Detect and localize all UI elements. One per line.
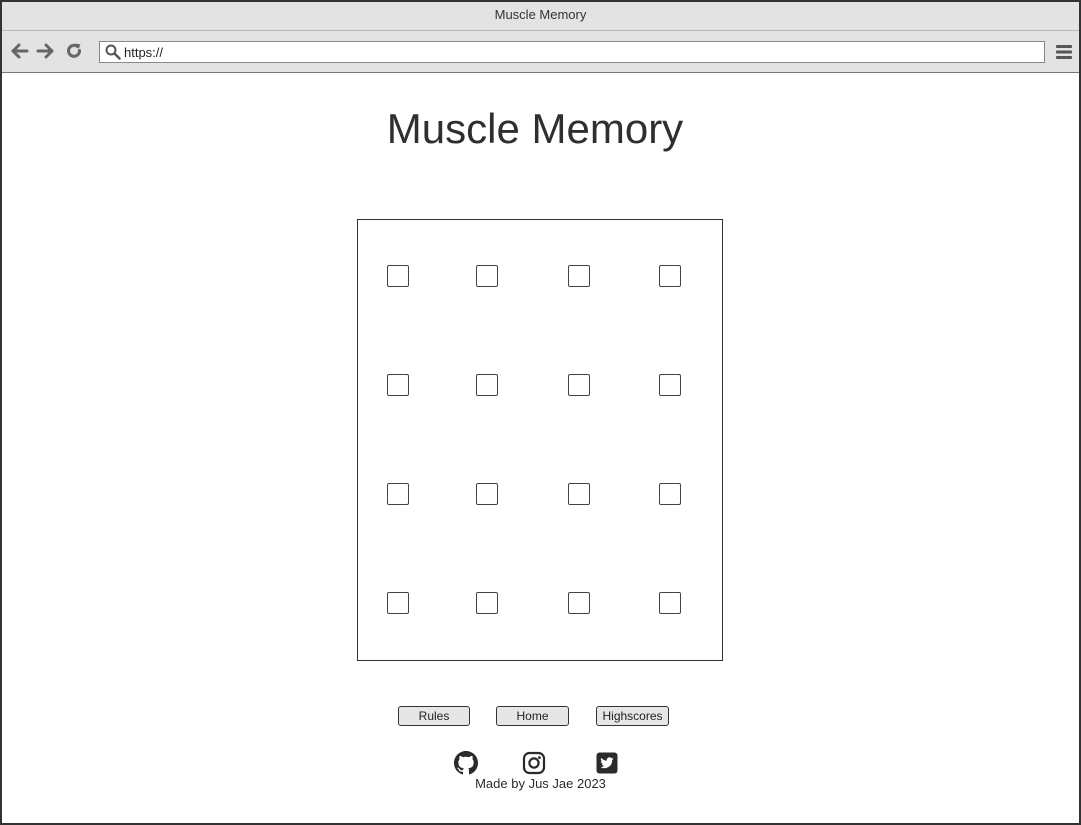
github-link[interactable] [454, 751, 478, 775]
board-cell-r2-c1[interactable] [387, 374, 409, 396]
board-cell-r1-c3[interactable] [568, 265, 590, 287]
board-cell-r2-c4[interactable] [659, 374, 681, 396]
search-icon [105, 44, 121, 60]
instagram-link[interactable] [522, 751, 546, 775]
footer-credit: Made by Jus Jae 2023 [475, 776, 606, 791]
board-cell-r1-c1[interactable] [387, 265, 409, 287]
instagram-icon [522, 751, 546, 775]
github-icon [454, 751, 478, 775]
reload-icon [67, 43, 81, 58]
board-cell-r4-c3[interactable] [568, 592, 590, 614]
board-cell-r2-c2[interactable] [476, 374, 498, 396]
url-input[interactable] [124, 42, 1024, 62]
board-cell-r1-c4[interactable] [659, 265, 681, 287]
twitter-link[interactable] [595, 751, 619, 775]
board-cell-r1-c2[interactable] [476, 265, 498, 287]
forward-button[interactable] [35, 41, 55, 61]
browser-toolbar [2, 31, 1079, 73]
board-cell-r3-c4[interactable] [659, 483, 681, 505]
home-button[interactable]: Home [496, 706, 569, 726]
board-cell-r4-c4[interactable] [659, 592, 681, 614]
highscores-button[interactable]: Highscores [596, 706, 669, 726]
browser-window: Muscle Memory https:// Muscle Memory Rul… [0, 0, 1081, 825]
board-cell-r2-c3[interactable] [568, 374, 590, 396]
board-cell-r4-c2[interactable] [476, 592, 498, 614]
twitter-icon [596, 752, 618, 774]
arrow-right-icon [36, 43, 54, 59]
board-cell-r3-c1[interactable] [387, 483, 409, 505]
game-board [357, 219, 723, 661]
page-content: Muscle Memory Rules Home Highscores Made… [2, 73, 1079, 823]
board-cell-r3-c3[interactable] [568, 483, 590, 505]
reload-button[interactable] [64, 41, 84, 61]
browser-menu-button[interactable] [1055, 43, 1073, 61]
back-button[interactable] [10, 41, 30, 61]
window-title: Muscle Memory [2, 2, 1079, 31]
board-cell-r3-c2[interactable] [476, 483, 498, 505]
address-bar[interactable] [99, 41, 1045, 63]
arrow-left-icon [11, 43, 29, 59]
hamburger-menu-icon [1056, 45, 1072, 59]
page-title: Muscle Memory [386, 105, 684, 152]
board-cell-r4-c1[interactable] [387, 592, 409, 614]
rules-button[interactable]: Rules [398, 706, 470, 726]
